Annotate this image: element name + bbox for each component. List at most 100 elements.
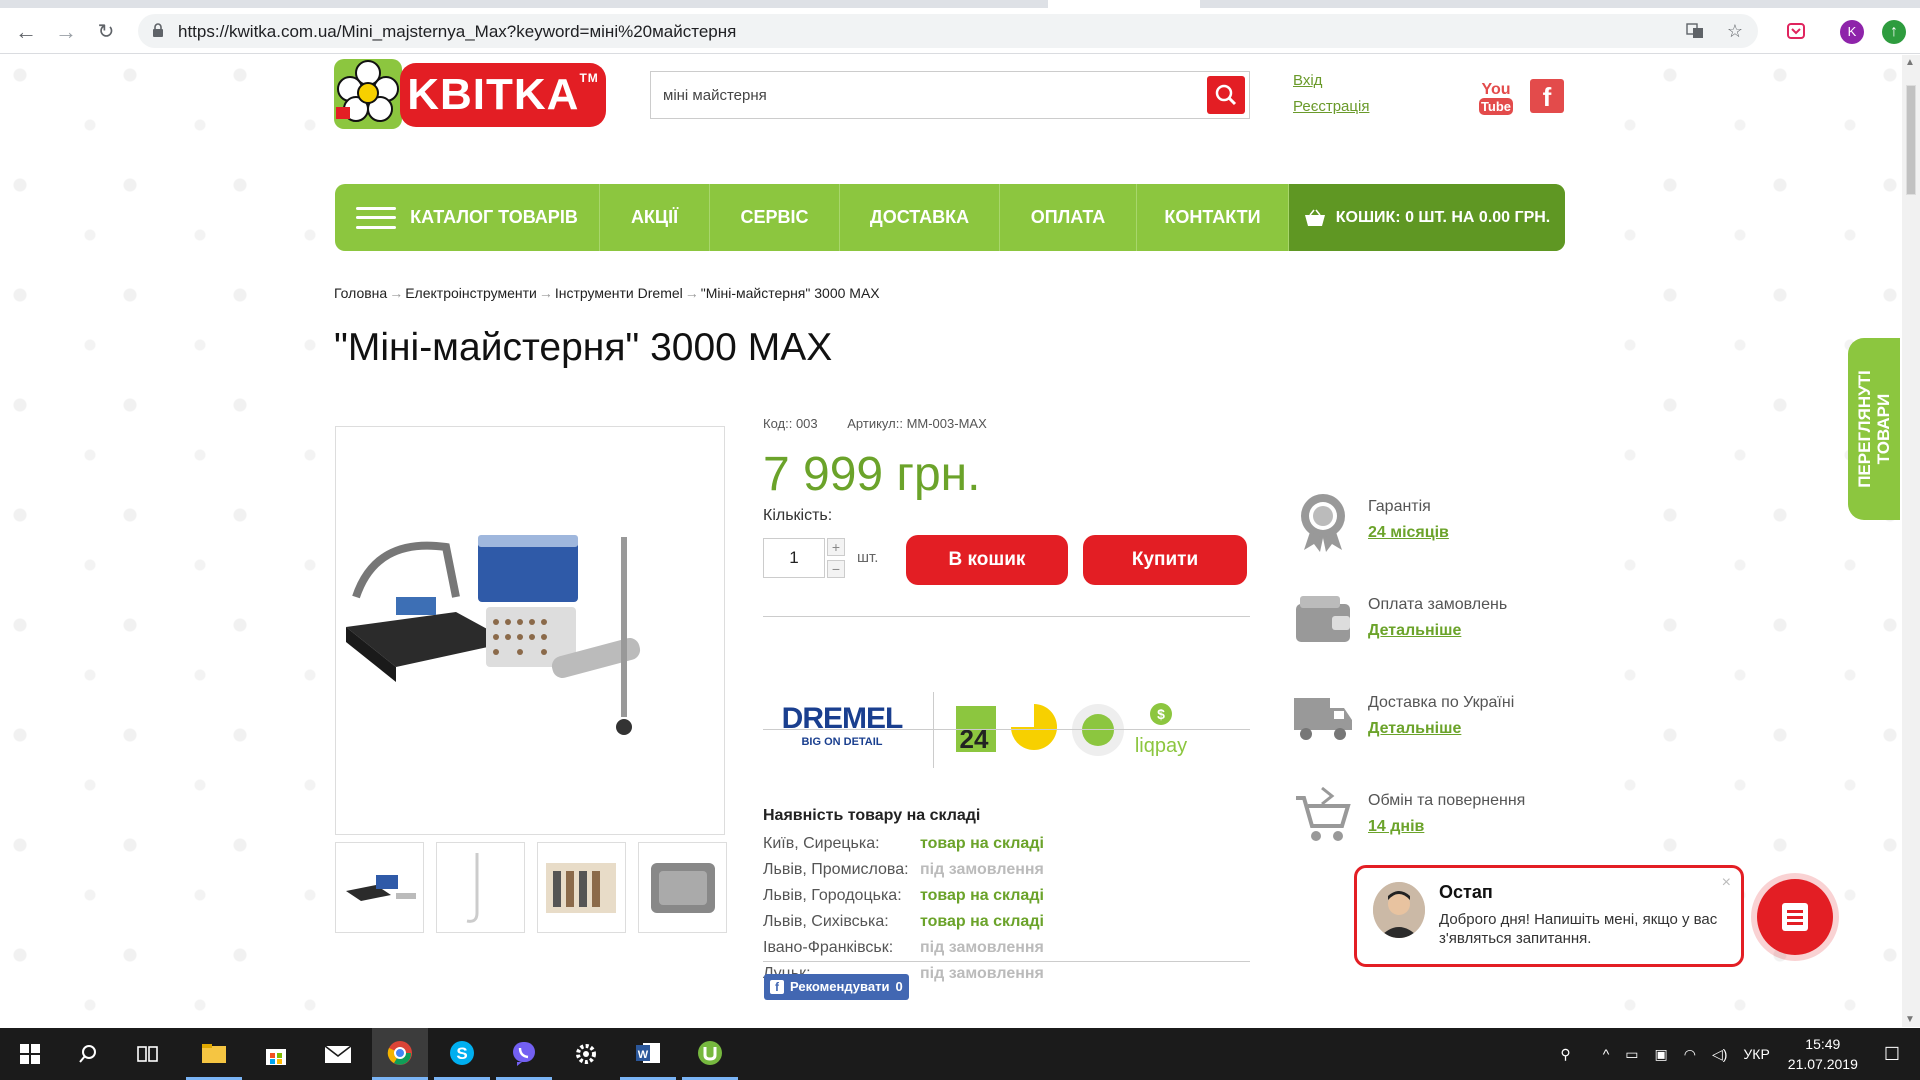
thumbnail-2[interactable]: [436, 842, 525, 933]
chat-icon: [1782, 903, 1808, 931]
file-explorer-icon[interactable]: [186, 1028, 242, 1080]
skype-icon[interactable]: S: [434, 1028, 490, 1080]
chat-message: Доброго дня! Напишіть мені, якщо у вас з…: [1439, 911, 1718, 947]
menu-icon: [356, 206, 397, 229]
back-icon[interactable]: ←: [14, 20, 38, 44]
language-indicator[interactable]: УКР: [1743, 1046, 1769, 1062]
breadcrumb-dremel[interactable]: Інструменти Dremel: [555, 285, 683, 301]
feature-returns: Обмін та повернення 14 днів: [1292, 782, 1572, 852]
brand-logos: DREMEL BIG ON DETAIL 24 $ liqpay: [763, 688, 1250, 768]
task-view-icon[interactable]: [120, 1028, 176, 1080]
nav-cart[interactable]: Кошик: 0 шт. на 0.00 грн.: [1289, 184, 1565, 251]
feature-delivery: Доставка по Україні Детальніше: [1292, 684, 1572, 754]
nav-delivery[interactable]: Доставка: [840, 184, 1000, 251]
wallet-icon: [1296, 596, 1350, 642]
svg-text:liqpay: liqpay: [1135, 735, 1187, 757]
chat-open-button[interactable]: [1757, 879, 1833, 955]
site-logo[interactable]: KBITKATM: [334, 59, 606, 129]
add-to-cart-button[interactable]: В кошик: [906, 535, 1068, 585]
clock[interactable]: 15:49 21.07.2019: [1788, 1034, 1858, 1074]
breadcrumb-home[interactable]: Головна: [334, 285, 387, 301]
product-sku: Артикул:: MM-003-MAX: [847, 416, 987, 431]
store-icon[interactable]: [248, 1028, 304, 1080]
feature-link[interactable]: Детальніше: [1368, 622, 1461, 640]
feature-link[interactable]: 24 місяців: [1368, 524, 1449, 542]
search-input[interactable]: [663, 84, 1183, 106]
nav-promotions[interactable]: Акції: [600, 184, 710, 251]
settings-gear-icon[interactable]: [558, 1028, 614, 1080]
svg-text:W: W: [638, 1049, 649, 1061]
quantity-decrease-button[interactable]: −: [827, 560, 845, 578]
feature-payment: Оплата замовлень Детальніше: [1292, 586, 1572, 656]
stock-row: Івано-Франківськ: під замовлення: [763, 935, 1044, 961]
stock-row: Львів, Промислова: під замовлення: [763, 857, 1044, 883]
thumbnail-4[interactable]: [638, 842, 727, 933]
windows-taskbar: S W ⚲ ^ ▭ ▣ ◠ ◁) УКР 15:49 21.07.2019 ☐: [0, 1028, 1920, 1080]
close-icon[interactable]: ×: [1722, 874, 1731, 892]
recommend-label: Рекомендувати: [790, 979, 890, 994]
word-icon[interactable]: W: [620, 1028, 676, 1080]
reload-icon[interactable]: ↻: [94, 20, 118, 44]
product-photo: [346, 535, 641, 735]
feature-link[interactable]: Детальніше: [1368, 720, 1461, 738]
logo-tm: TM: [579, 71, 599, 85]
quantity-label: Кількість:: [763, 507, 833, 524]
login-link[interactable]: Вхід: [1293, 68, 1369, 94]
viber-icon[interactable]: [496, 1028, 552, 1080]
scroll-up-icon[interactable]: ▲: [1905, 57, 1915, 68]
bookmark-star-icon[interactable]: ☆: [1724, 20, 1746, 42]
nav-contacts[interactable]: Контакти: [1137, 184, 1289, 251]
pocket-extension-icon[interactable]: [1785, 20, 1807, 42]
nav-payment[interactable]: Оплата: [1000, 184, 1137, 251]
translate-icon[interactable]: [1684, 20, 1706, 42]
svg-text:You: You: [1481, 81, 1510, 98]
facebook-recommend-button[interactable]: f Рекомендувати 0: [764, 974, 909, 1000]
antivirus-icon[interactable]: ▣: [1655, 1046, 1668, 1063]
search-button[interactable]: [1207, 76, 1245, 114]
mail-icon[interactable]: [310, 1028, 366, 1080]
clock-date: 21.07.2019: [1787, 1056, 1858, 1072]
facebook-icon[interactable]: f: [1530, 79, 1564, 113]
thumbnail-1[interactable]: [335, 842, 424, 933]
people-icon[interactable]: ⚲: [1560, 1046, 1570, 1063]
breadcrumb-power-tools[interactable]: Електроінструменти: [405, 285, 537, 301]
nav-catalog[interactable]: Каталог товарів: [335, 184, 600, 251]
viewed-products-tab[interactable]: ПЕРЕГЛЯНУТІ ТОВАРИ: [1848, 338, 1900, 520]
stock-city: Львів, Городоцька:: [763, 887, 902, 904]
breadcrumb: Головна → Електроінструменти → Інструменти D…: [334, 285, 880, 301]
tray-expand-icon[interactable]: ^: [1603, 1046, 1610, 1062]
youtube-icon[interactable]: You Tube: [1478, 77, 1514, 117]
thumbnail-3[interactable]: [537, 842, 626, 933]
scrollbar-thumb[interactable]: [1906, 85, 1916, 195]
nav-service[interactable]: Сервіс: [710, 184, 840, 251]
address-bar[interactable]: https://kwitka.com.ua/Mini_majsternya_Ma…: [138, 14, 1758, 48]
chat-popup[interactable]: Остап Доброго дня! Напишіть мені, якщо у…: [1354, 865, 1744, 967]
wifi-icon[interactable]: ◠: [1684, 1046, 1696, 1063]
main-navigation: Каталог товарів Акції Сервіс Доставка Оп…: [335, 184, 1565, 251]
forward-icon[interactable]: →: [54, 20, 78, 44]
truck-icon: [1294, 698, 1352, 740]
utorrent-icon[interactable]: [682, 1028, 738, 1080]
feature-link[interactable]: 14 днів: [1368, 818, 1424, 836]
browser-tab-active[interactable]: [1048, 0, 1200, 8]
quantity-increase-button[interactable]: +: [827, 538, 845, 556]
scroll-down-icon[interactable]: ▼: [1905, 1014, 1915, 1025]
feature-title: Доставка по Україні: [1368, 694, 1515, 711]
battery-icon[interactable]: ▭: [1625, 1046, 1638, 1063]
quantity-input[interactable]: 1: [763, 538, 825, 578]
page-scrollbar[interactable]: ▲ ▼: [1902, 55, 1920, 1027]
stock-row: Київ, Сирецька: товар на складі: [763, 831, 1044, 857]
basket-icon: [1304, 209, 1325, 226]
buy-button[interactable]: Купити: [1083, 535, 1247, 585]
search-icon[interactable]: [60, 1028, 116, 1080]
update-icon[interactable]: ↑: [1882, 20, 1906, 44]
notifications-icon[interactable]: ☐: [1884, 1044, 1900, 1065]
divider: [763, 961, 1250, 962]
breadcrumb-separator: →: [389, 285, 404, 301]
chrome-icon[interactable]: [372, 1028, 428, 1080]
profile-avatar[interactable]: K: [1840, 20, 1864, 44]
windows-start-icon[interactable]: [2, 1028, 58, 1080]
volume-icon[interactable]: ◁): [1712, 1046, 1727, 1063]
register-link[interactable]: Реєстрація: [1293, 94, 1369, 120]
product-main-image[interactable]: [335, 426, 725, 835]
